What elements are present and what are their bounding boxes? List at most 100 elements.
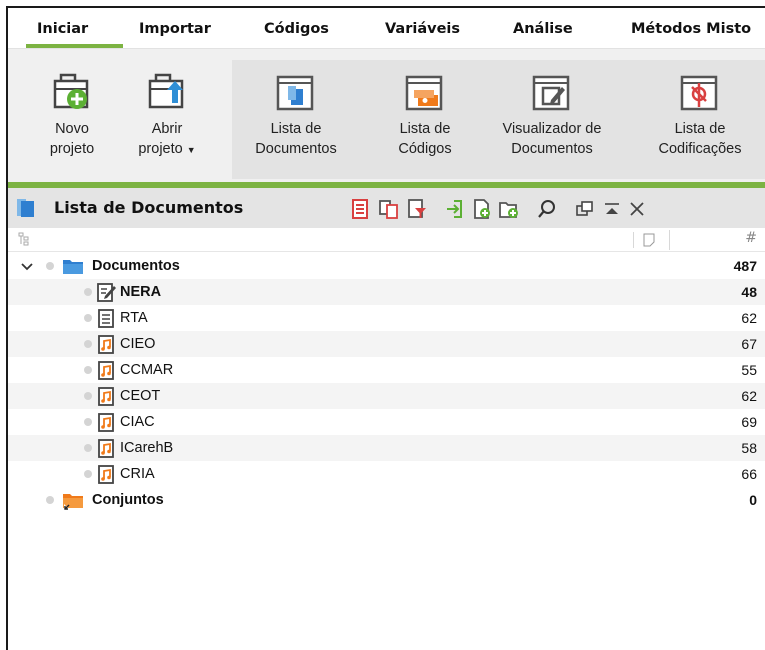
status-dot — [84, 444, 92, 452]
open-project-label-line1: Abrir — [151, 121, 183, 137]
document-row[interactable]: CRIA 66 — [8, 461, 765, 487]
coding-list-icon — [679, 73, 721, 117]
paste-documents-icon[interactable] — [350, 198, 372, 220]
tab-variaveis[interactable]: Variáveis — [385, 21, 460, 37]
document-count: 62 — [741, 310, 757, 326]
document-viewer-label-line1: Visualizador de — [502, 121, 602, 137]
search-icon[interactable] — [536, 198, 558, 220]
status-dot — [84, 366, 92, 374]
document-row[interactable]: NERA 48 — [8, 279, 765, 305]
audio-document-icon — [96, 386, 116, 407]
document-row[interactable]: ICarehB 58 — [8, 435, 765, 461]
document-viewer-icon — [531, 73, 573, 117]
document-list-icon — [16, 198, 36, 222]
document-row[interactable]: CIEO 67 — [8, 331, 765, 357]
count-column-header[interactable]: # — [669, 230, 765, 250]
tree-column-icon[interactable] — [18, 232, 30, 249]
document-list-icon — [275, 73, 317, 117]
audio-document-icon — [96, 412, 116, 433]
new-document-icon[interactable] — [471, 198, 493, 220]
tree-root-label: Documentos — [92, 258, 180, 274]
document-row[interactable]: CIAC 69 — [8, 409, 765, 435]
document-viewer-button[interactable]: Visualizador de Documentos — [490, 49, 614, 179]
document-count: 69 — [741, 414, 757, 430]
tab-metodos-mistos[interactable]: Métodos Misto — [631, 21, 751, 37]
new-document-group-icon[interactable] — [498, 198, 520, 220]
document-row[interactable]: CEOT 62 — [8, 383, 765, 409]
status-dot — [84, 392, 92, 400]
document-row[interactable]: RTA 62 — [8, 305, 765, 331]
ribbon-toolbar: Novo projeto Abrir projeto ▼ Lista de Do… — [8, 48, 765, 182]
collapse-panel-icon[interactable] — [601, 198, 623, 220]
text-document-edited-icon — [96, 282, 116, 303]
sets-label: Conjuntos — [92, 492, 164, 508]
coding-list-label-line2: Codificações — [658, 141, 742, 157]
duplicate-documents-icon[interactable] — [378, 198, 400, 220]
document-name: CEOT — [120, 388, 161, 404]
open-project-label-line2: projeto — [138, 141, 183, 157]
document-name: CIAC — [120, 414, 155, 430]
app-window: Iniciar Importar Códigos Variáveis Análi… — [6, 6, 765, 650]
new-project-icon — [51, 73, 93, 117]
code-list-label-line1: Lista de — [399, 121, 451, 137]
document-viewer-label-line2: Documentos — [511, 141, 593, 157]
new-project-label-line1: Novo — [55, 121, 89, 137]
panel-title: Lista de Documentos — [54, 198, 244, 217]
document-count: 58 — [741, 440, 757, 456]
document-count: 66 — [741, 466, 757, 482]
audio-document-icon — [96, 464, 116, 485]
status-dot — [84, 314, 92, 322]
new-project-label-line2: projeto — [49, 141, 95, 157]
status-dot — [84, 470, 92, 478]
memo-column-header[interactable] — [633, 232, 655, 248]
status-dot — [84, 288, 92, 296]
coding-list-label-line1: Lista de — [674, 121, 726, 137]
audio-document-icon — [96, 438, 116, 459]
close-icon[interactable] — [626, 198, 648, 220]
text-document-icon — [96, 308, 116, 329]
open-project-button[interactable]: Abrir projeto ▼ — [124, 49, 210, 179]
tab-analise[interactable]: Análise — [513, 21, 573, 37]
audio-document-icon — [96, 334, 116, 355]
document-name: ICarehB — [120, 440, 174, 456]
new-project-button[interactable]: Novo projeto — [32, 49, 112, 179]
document-count: 62 — [741, 388, 757, 404]
document-name: CRIA — [120, 466, 155, 482]
status-dot — [84, 418, 92, 426]
dropdown-caret-icon[interactable]: ▼ — [187, 145, 196, 155]
undock-window-icon[interactable] — [574, 198, 596, 220]
column-header: # — [8, 228, 765, 252]
document-name: NERA — [120, 284, 162, 300]
tab-codigos[interactable]: Códigos — [264, 21, 329, 37]
audio-document-icon — [96, 360, 116, 381]
document-name: CIEO — [120, 336, 156, 352]
filter-documents-icon[interactable] — [406, 198, 428, 220]
ribbon-tab-bar: Iniciar Importar Códigos Variáveis Análi… — [8, 8, 765, 48]
chevron-down-icon[interactable] — [20, 259, 34, 273]
tab-iniciar[interactable]: Iniciar — [37, 21, 88, 37]
tab-importar[interactable]: Importar — [139, 21, 211, 37]
folder-icon — [62, 256, 83, 277]
coding-list-button[interactable]: Lista de Codificações — [644, 49, 756, 179]
document-count: 67 — [741, 336, 757, 352]
sets-count: 0 — [749, 492, 757, 508]
document-name: RTA — [120, 310, 148, 326]
document-list-panel-header: Lista de Documentos — [8, 188, 765, 228]
code-list-button[interactable]: Lista de Códigos — [390, 49, 460, 179]
document-count: 48 — [741, 284, 757, 300]
status-dot — [46, 262, 54, 270]
tree-root-sets[interactable]: Conjuntos 0 — [8, 487, 765, 513]
document-row[interactable]: CCMAR 55 — [8, 357, 765, 383]
code-list-label-line2: Códigos — [398, 141, 452, 157]
document-list-label-line2: Documentos — [255, 141, 337, 157]
status-dot — [46, 496, 54, 504]
import-icon[interactable] — [444, 198, 466, 220]
document-list-button[interactable]: Lista de Documentos — [244, 49, 348, 179]
tree-root-documents[interactable]: Documentos 487 — [8, 253, 765, 279]
document-count: 55 — [741, 362, 757, 378]
status-dot — [84, 340, 92, 348]
document-list-label-line1: Lista de — [270, 121, 322, 137]
tree-root-count: 487 — [733, 258, 757, 274]
document-name: CCMAR — [120, 362, 174, 378]
open-project-icon — [146, 73, 188, 117]
